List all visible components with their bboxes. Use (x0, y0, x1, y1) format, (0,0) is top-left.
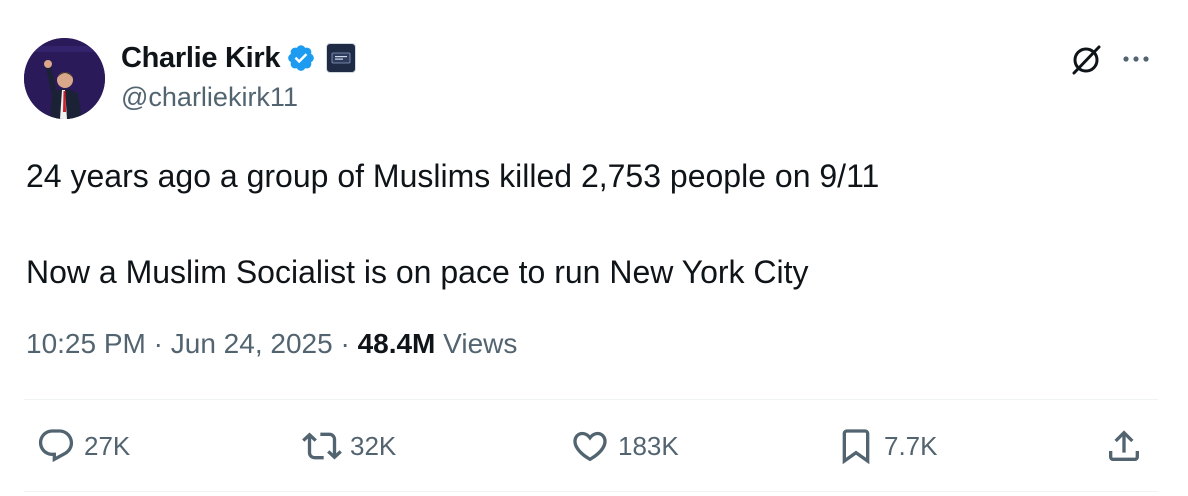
verified-badge-icon[interactable] (286, 43, 316, 73)
tweet-text-gap (26, 200, 1156, 248)
more-icon[interactable] (1118, 44, 1154, 74)
repost-button[interactable]: 32K (302, 424, 396, 468)
affiliate-badge-icon[interactable] (326, 43, 357, 73)
views-count: 48.4M (357, 328, 444, 359)
tweet-meta: 10:25 PM · Jun 24, 2025 · 48.4M Views (26, 328, 517, 360)
views-label: Views (443, 328, 518, 359)
display-name[interactable]: Charlie Kirk (121, 42, 280, 75)
divider-bottom (24, 491, 1158, 492)
meta-separator: · (340, 328, 358, 359)
like-count: 183K (618, 430, 679, 461)
reply-count: 27K (84, 430, 131, 461)
reply-icon (38, 429, 74, 463)
meta-separator: · (153, 328, 171, 359)
tweet-time[interactable]: 10:25 PM (26, 328, 146, 359)
repost-icon (302, 432, 342, 460)
reply-button[interactable]: 27K (36, 424, 130, 468)
tweet-date[interactable]: Jun 24, 2025 (171, 328, 333, 359)
tweet-text-line-1: 24 years ago a group of Muslims killed 2… (26, 158, 880, 194)
avatar-image (24, 38, 105, 119)
tweet-text: 24 years ago a group of Muslims killed 2… (26, 152, 1156, 296)
like-button[interactable]: 183K (570, 424, 679, 468)
author-name-row: Charlie Kirk (121, 40, 357, 76)
handle[interactable]: @charliekirk11 (121, 82, 298, 113)
tweet-text-line-2: Now a Muslim Socialist is on pace to run… (26, 254, 809, 290)
repost-count: 32K (350, 430, 397, 461)
bookmark-button[interactable]: 7.7K (836, 424, 938, 468)
share-button[interactable] (1104, 424, 1144, 468)
bookmark-icon (842, 429, 870, 465)
share-icon (1109, 430, 1139, 461)
bookmark-count: 7.7K (884, 430, 938, 461)
divider-top (24, 399, 1158, 400)
like-icon (573, 431, 607, 462)
grok-icon[interactable] (1068, 42, 1104, 78)
avatar[interactable] (24, 38, 105, 119)
